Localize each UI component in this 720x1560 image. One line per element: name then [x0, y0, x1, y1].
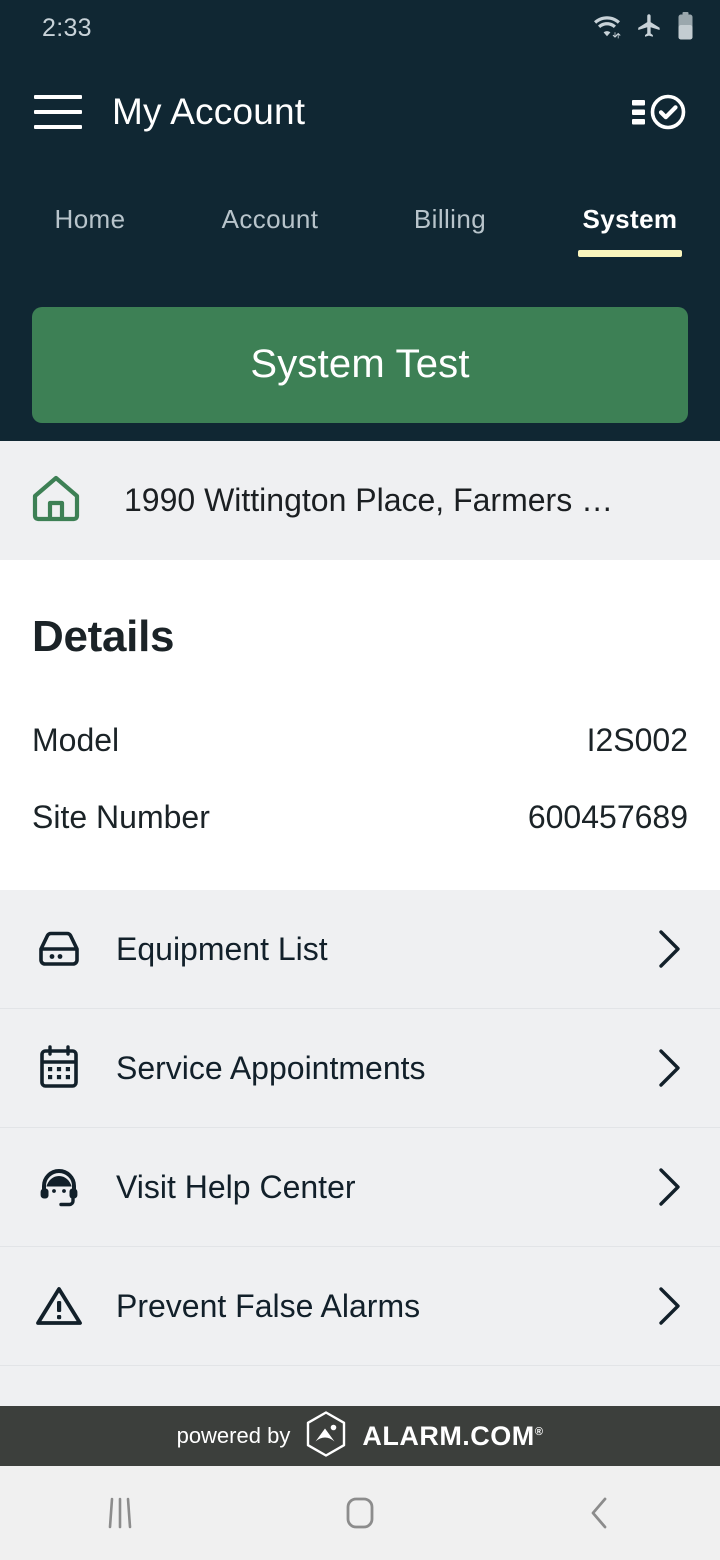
detail-row-site-number: Site Number 600457689 [32, 799, 688, 836]
footer-powered-by-text: powered by [176, 1423, 291, 1448]
battery-icon [677, 11, 694, 45]
chevron-right-icon [650, 1047, 690, 1089]
warning-triangle-icon [30, 1284, 88, 1328]
wifi-icon [592, 13, 622, 44]
tab-account-label: Account [221, 204, 319, 234]
chevron-right-icon [650, 1285, 690, 1327]
headset-support-icon [30, 1164, 88, 1210]
status-bar-clock: 2:33 [42, 13, 92, 42]
hamburger-menu-icon[interactable] [34, 95, 82, 129]
content-spacer [0, 1366, 720, 1406]
status-bar-icons [592, 11, 694, 45]
home-icon [30, 472, 82, 529]
tab-system[interactable]: System [540, 204, 720, 257]
tab-account[interactable]: Account [180, 204, 360, 257]
list-item-label: Prevent False Alarms [116, 1287, 421, 1324]
security-panel-icon [30, 927, 88, 971]
tab-home[interactable]: Home [0, 204, 180, 257]
details-section: Details Model I2S002 Site Number 6004576… [0, 560, 720, 890]
system-test-button[interactable]: System Test [32, 306, 688, 423]
tab-billing-label: Billing [413, 204, 487, 234]
calendar-icon [30, 1045, 88, 1091]
detail-label-site-number: Site Number [32, 799, 210, 835]
home-button-icon[interactable] [300, 1466, 420, 1560]
detail-value-model: I2S002 [586, 722, 688, 758]
tab-active-underline [578, 250, 682, 257]
footer-brand-text: ALARM.COM® [362, 1420, 544, 1451]
registered-trademark-mark: ® [534, 1425, 544, 1438]
system-links-list: Equipment List Service Appointments Visi… [0, 890, 720, 1366]
system-test-section: System Test [0, 288, 720, 441]
tab-system-label: System [582, 204, 678, 234]
list-item-prevent-false-alarms[interactable]: Prevent False Alarms [0, 1247, 720, 1366]
list-item-label: Visit Help Center [116, 1168, 356, 1205]
back-icon[interactable] [540, 1466, 660, 1560]
details-heading: Details [32, 612, 175, 661]
list-item-service-appointments[interactable]: Service Appointments [0, 1009, 720, 1128]
tab-billing[interactable]: Billing [360, 204, 540, 257]
airplane-mode-icon [636, 12, 663, 44]
detail-value-site-number: 600457689 [527, 799, 688, 835]
detail-row-model: Model I2S002 [32, 722, 688, 759]
alarm-dot-com-hexagon-logo [304, 1410, 348, 1463]
status-bar: 2:33 [0, 0, 720, 56]
property-address-bar[interactable]: 1990 Wittington Place, Farmers … [0, 441, 720, 560]
detail-label-model: Model [32, 722, 120, 758]
chevron-right-icon [650, 1166, 690, 1208]
list-item-label: Service Appointments [116, 1049, 426, 1086]
list-item-equipment-list[interactable]: Equipment List [0, 890, 720, 1009]
android-navigation-bar [0, 1466, 720, 1560]
list-item-visit-help-center[interactable]: Visit Help Center [0, 1128, 720, 1247]
powered-by-footer: powered by ALARM.COM® [0, 1406, 720, 1466]
page-title: My Account [112, 91, 306, 132]
chevron-right-icon [650, 928, 690, 970]
tab-home-label: Home [54, 204, 126, 234]
app-root: 2:33 My Account Home Account Billing Sys… [0, 0, 720, 1560]
system-status-checklist-icon[interactable] [628, 86, 688, 138]
app-header: My Account [0, 56, 720, 168]
list-item-label: Equipment List [116, 930, 328, 967]
recents-icon[interactable] [60, 1466, 180, 1560]
property-address-text: 1990 Wittington Place, Farmers … [124, 482, 614, 518]
tab-bar: Home Account Billing System [0, 168, 720, 288]
